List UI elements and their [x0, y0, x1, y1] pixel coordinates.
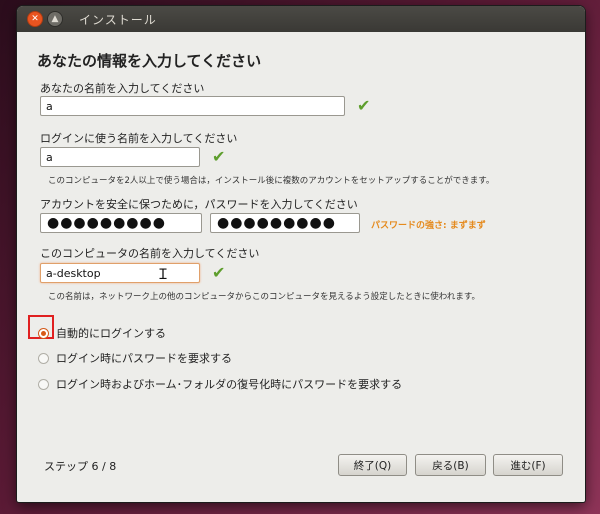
login-note: このコンピュータを2人以上で使う場合は，インストール後に複数のアカウントをセット…	[48, 176, 495, 186]
radio-require-password-encrypt-label: ログイン時およびホーム･フォルダの復号化時にパスワードを要求する	[56, 378, 403, 391]
close-icon[interactable]: ✕	[27, 11, 43, 27]
quit-button[interactable]: 終了(Q)	[338, 454, 407, 476]
computer-name-label: このコンピュータの名前を入力してください	[40, 247, 260, 260]
page-title: あなたの情報を入力してください	[37, 52, 262, 70]
password-confirm-input[interactable]: ●●●●●●●●●	[210, 213, 360, 233]
password-strength: パスワードの強さ: まずまず	[371, 221, 486, 231]
radio-auto-login[interactable]: 自動的にログインする	[38, 325, 166, 341]
radio-require-password[interactable]: ログイン時にパスワードを要求する	[38, 350, 232, 366]
title-bar: ✕ ▲ インストール	[17, 6, 585, 32]
step-indicator: ステップ 6 / 8	[44, 460, 117, 473]
name-check-icon: ✔	[357, 96, 371, 115]
content-area: あなたの情報を入力してください あなたの名前を入力してください ✔ ログインに使…	[17, 32, 585, 502]
password-confirm-mask: ●●●●●●●●●	[217, 215, 336, 231]
password-mask: ●●●●●●●●●	[47, 215, 166, 231]
maximize-icon[interactable]: ▲	[47, 11, 63, 27]
radio-selected-icon[interactable]	[38, 327, 49, 339]
login-check-icon: ✔	[212, 147, 226, 166]
computer-name-check-icon: ✔	[212, 263, 226, 282]
name-input[interactable]	[40, 96, 345, 116]
name-label: あなたの名前を入力してください	[40, 82, 205, 95]
login-label: ログインに使う名前を入力してください	[40, 132, 238, 145]
password-label: アカウントを安全に保つために，パスワードを入力してください	[40, 198, 358, 211]
forward-button[interactable]: 進む(F)	[493, 454, 563, 476]
computer-name-input[interactable]	[40, 263, 200, 283]
installer-window: ✕ ▲ インストール あなたの情報を入力してください あなたの名前を入力してくだ…	[17, 6, 585, 502]
back-button[interactable]: 戻る(B)	[415, 454, 486, 476]
radio-require-password-encrypt[interactable]: ログイン時およびホーム･フォルダの復号化時にパスワードを要求する	[38, 376, 402, 392]
radio-icon[interactable]	[38, 352, 49, 364]
login-input[interactable]	[40, 147, 200, 167]
text-cursor-icon: Ｉ	[156, 267, 170, 283]
window-title: インストール	[79, 12, 157, 27]
radio-auto-login-label: 自動的にログインする	[56, 327, 166, 340]
radio-icon[interactable]	[38, 378, 49, 390]
password-input[interactable]: ●●●●●●●●●	[40, 213, 202, 233]
radio-require-password-label: ログイン時にパスワードを要求する	[56, 352, 232, 365]
computer-name-note: この名前は，ネットワーク上の他のコンピュータからこのコンピュータを見えるよう設定…	[48, 292, 480, 302]
